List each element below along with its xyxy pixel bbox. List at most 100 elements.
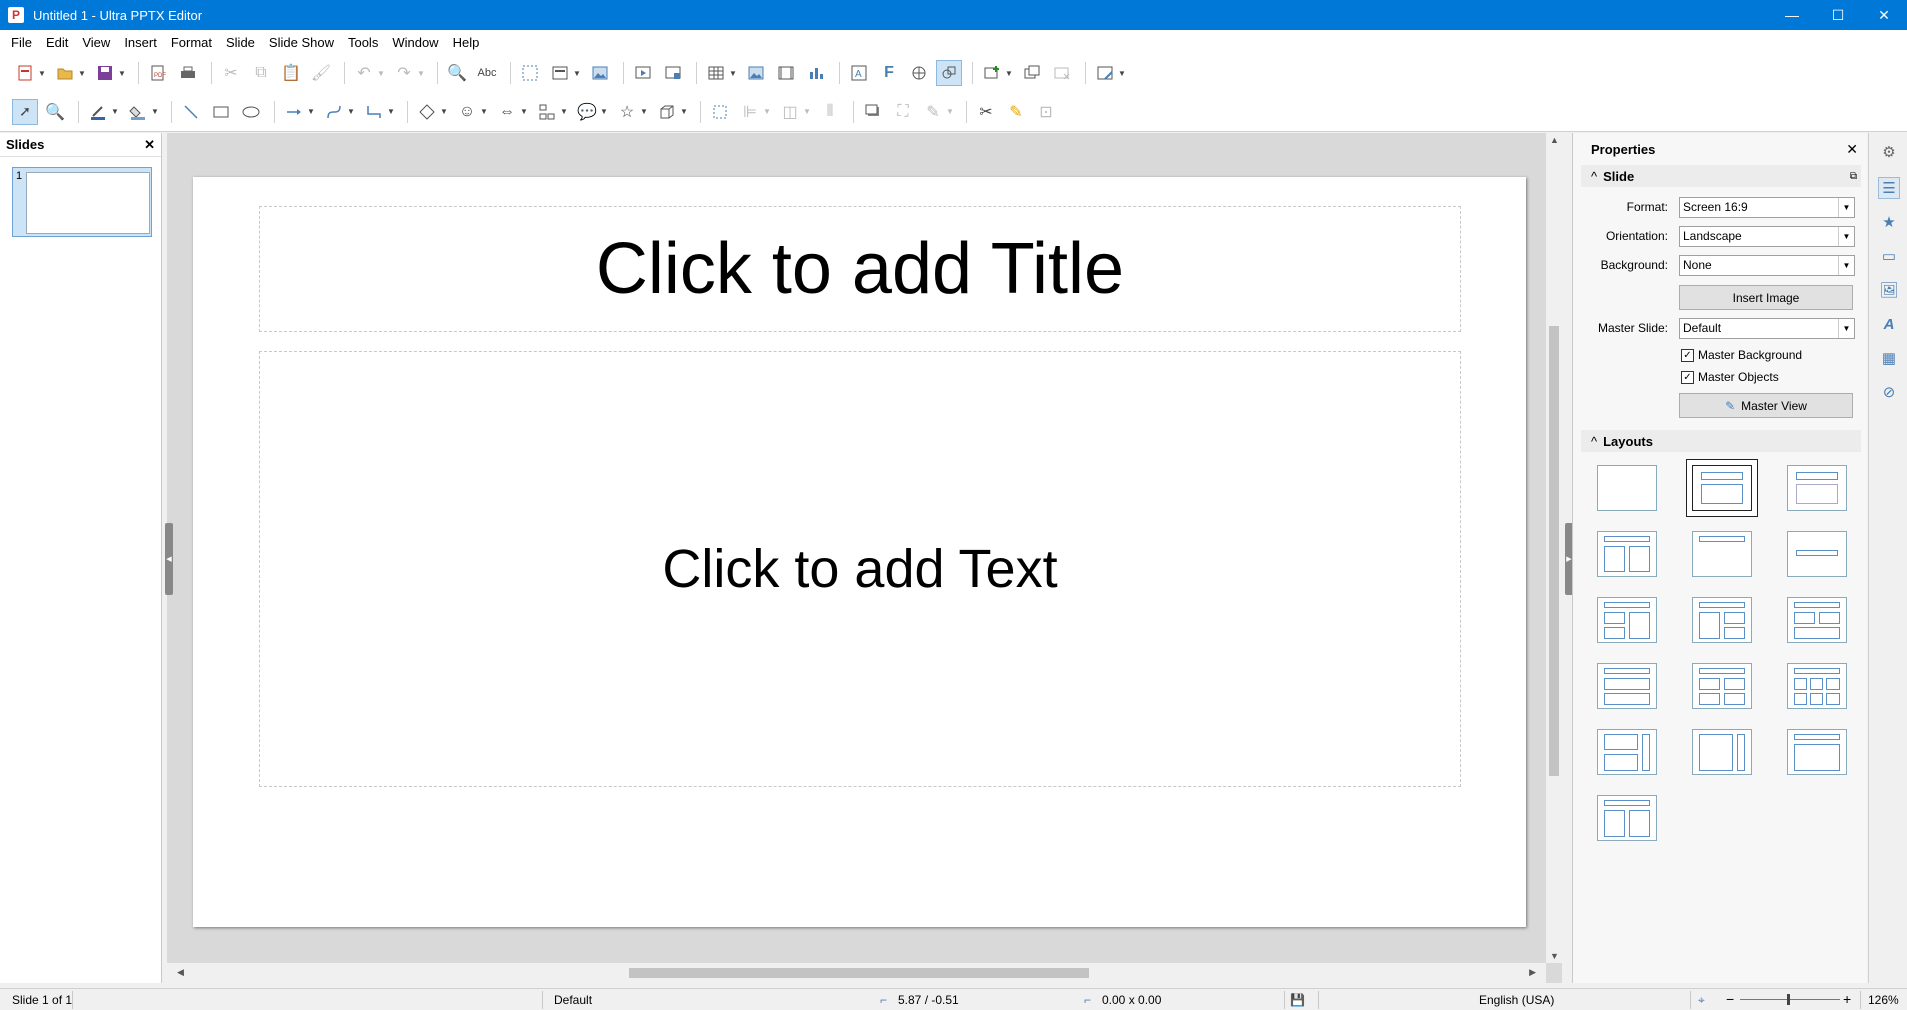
menu-format[interactable]: Format [164,35,219,50]
start-first-slide-icon[interactable] [630,60,656,86]
master-slide-dropdown-icon[interactable]: ▼ [1838,318,1854,338]
3d-objects-icon[interactable] [654,99,680,125]
redo-icon[interactable]: ↷ [391,60,417,86]
layout-title-content-and-2[interactable] [1692,597,1752,643]
callout-icon[interactable]: 💬 [574,99,600,125]
menu-file[interactable]: File [4,35,39,50]
title-placeholder[interactable]: Click to add Title [259,206,1461,332]
scroll-down-icon[interactable]: ▼ [1550,951,1559,961]
insert-media-icon[interactable] [773,60,799,86]
layout-title-2-content-over-content[interactable] [1597,597,1657,643]
save-dropdown-icon[interactable]: ▼ [118,69,126,78]
copy-icon[interactable]: ⧉ [248,60,274,86]
select-icon[interactable]: ➚ [12,98,38,125]
master-background-checkbox[interactable]: ✓ Master Background [1681,348,1802,362]
vertical-scrollbar[interactable]: ▲ ▼ [1546,133,1562,963]
format-select[interactable]: Screen 16:9 ▼ [1679,196,1855,218]
menu-edit[interactable]: Edit [39,35,75,50]
align-objects-icon[interactable]: ⊫ [737,99,763,125]
align-dropdown-icon[interactable]: ▼ [763,107,771,116]
basic-shapes-dropdown-icon[interactable]: ▼ [440,107,448,116]
new-dropdown-icon[interactable]: ▼ [38,69,46,78]
connector-dropdown-icon[interactable]: ▼ [387,107,395,116]
cut-icon[interactable]: ✂ [218,60,244,86]
line-color-icon[interactable] [85,99,111,125]
symbol-shapes-icon[interactable]: ☺ [454,99,480,125]
text-box-icon[interactable]: A [846,60,872,86]
fit-slide-icon[interactable]: ⌖ [1698,993,1705,1008]
layout-title-vertical-2[interactable] [1597,795,1657,841]
curve-dropdown-icon[interactable]: ▼ [347,107,355,116]
minimize-button[interactable]: — [1769,0,1815,30]
menu-view[interactable]: View [75,35,117,50]
clone-formatting-icon[interactable]: 🖌 [308,60,334,86]
grid-icon[interactable] [517,60,543,86]
sidebar-settings-gear-icon[interactable]: ⚙ [1878,141,1900,163]
table-icon[interactable] [703,60,729,86]
slide-layout-dropdown-icon[interactable]: ▼ [1118,69,1126,78]
orientation-select[interactable]: Landscape ▼ [1679,225,1855,247]
menu-slide[interactable]: Slide [219,35,262,50]
symbol-shapes-dropdown-icon[interactable]: ▼ [480,107,488,116]
slides-pane-collapse-handle[interactable]: ◀ [165,523,173,595]
zoom-level-status[interactable]: 126% [1868,993,1899,1007]
delete-slide-icon[interactable] [1049,60,1075,86]
menu-help[interactable]: Help [446,35,487,50]
menu-slide-show[interactable]: Slide Show [262,35,341,50]
slide-thumbnail[interactable] [26,172,150,234]
stars-dropdown-icon[interactable]: ▼ [640,107,648,116]
background-select[interactable]: None ▼ [1679,254,1855,276]
points-icon[interactable]: ✂ [973,99,999,125]
menu-tools[interactable]: Tools [341,35,385,50]
layout-title-content-over-content[interactable] [1597,663,1657,709]
scroll-right-icon[interactable]: ▶ [1529,967,1536,978]
zoom-out-icon[interactable]: − [1726,991,1734,1007]
rectangle-icon[interactable] [208,99,234,125]
zoom-slider[interactable] [1740,999,1840,1000]
text-placeholder[interactable]: Click to add Text [259,351,1461,787]
flowchart-icon[interactable] [534,99,560,125]
hyperlink-icon[interactable] [906,60,932,86]
zoom-pan-icon[interactable]: 🔍 [42,99,68,125]
menu-insert[interactable]: Insert [117,35,164,50]
layout-title-only-2[interactable] [1692,531,1752,577]
master-slide-select[interactable]: Default ▼ [1679,317,1855,339]
flowchart-dropdown-icon[interactable]: ▼ [560,107,568,116]
open-dropdown-icon[interactable]: ▼ [78,69,86,78]
toggle-extrusion-icon[interactable]: ⊡ [1033,99,1059,125]
new-icon[interactable] [12,60,38,86]
block-arrows-dropdown-icon[interactable]: ▼ [520,107,528,116]
format-dropdown-icon[interactable]: ▼ [1838,197,1854,217]
checkbox-checked-icon[interactable]: ✓ [1681,370,1694,384]
zoom-in-icon[interactable]: + [1843,991,1851,1007]
show-draw-functions-icon[interactable] [936,60,962,86]
horizontal-scroll-thumb[interactable] [629,968,1089,978]
filter-icon[interactable]: ✎ [920,99,946,125]
scroll-up-icon[interactable]: ▲ [1550,135,1559,145]
horizontal-scrollbar[interactable]: ◀ ▶ [167,963,1546,983]
curve-icon[interactable] [321,99,347,125]
layout-title-4-content[interactable] [1692,663,1752,709]
spelling-icon[interactable]: Abc [474,60,500,86]
duplicate-slide-icon[interactable] [1019,60,1045,86]
layout-title-6-content[interactable] [1787,663,1847,709]
lines-arrows-icon[interactable] [281,99,307,125]
callout-dropdown-icon[interactable]: ▼ [600,107,608,116]
layout-title-content[interactable] [1692,465,1752,511]
image-gallery-icon[interactable] [587,60,613,86]
block-arrows-icon[interactable]: ⇔ [494,99,520,125]
crop-image-icon[interactable]: ⛶ [890,99,916,125]
fontwork-icon[interactable]: F [876,60,902,86]
undo-icon[interactable]: ↶ [351,60,377,86]
filter-dropdown-icon[interactable]: ▼ [946,107,954,116]
layout-vertical-title-vertical-text[interactable] [1692,729,1752,775]
stars-icon[interactable]: ☆ [614,99,640,125]
insert-chart-icon[interactable] [803,60,829,86]
export-pdf-icon[interactable]: PDF [145,60,171,86]
slide-layout-icon[interactable] [1092,60,1118,86]
layout-title-vertical-text[interactable] [1787,729,1847,775]
display-views-icon[interactable] [547,60,573,86]
layout-title-only[interactable] [1787,465,1847,511]
layout-title-2-content-and-content[interactable] [1787,597,1847,643]
new-slide-dropdown-icon[interactable]: ▼ [1005,69,1013,78]
